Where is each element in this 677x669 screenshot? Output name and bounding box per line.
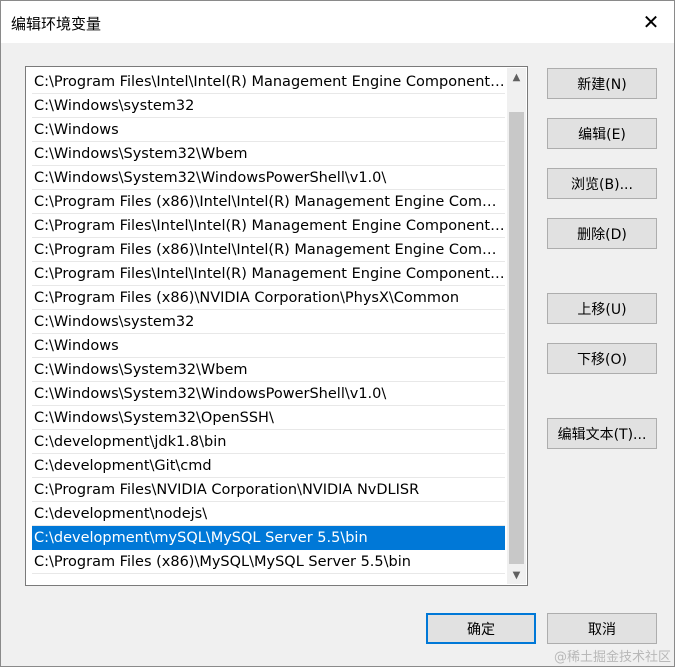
edit-env-variable-dialog: 编辑环境变量 ✕ C:\Program Files\Intel\Intel(R)… <box>0 0 675 667</box>
new-button[interactable]: 新建(N) <box>547 68 657 99</box>
path-list-item[interactable]: C:\Program Files (x86)\NVIDIA Corporatio… <box>32 286 505 310</box>
scroll-up-arrow-icon[interactable]: ▲ <box>507 68 526 86</box>
path-list-item[interactable]: C:\development\jdk1.8\bin <box>32 430 505 454</box>
path-list-item[interactable]: C:\Windows\System32\OpenSSH\ <box>32 406 505 430</box>
path-list-item[interactable]: C:\Windows\System32\Wbem <box>32 142 505 166</box>
dialog-title: 编辑环境变量 <box>11 15 102 33</box>
watermark: @稀土掘金技术社区 <box>553 650 671 665</box>
path-list-item[interactable]: C:\development\mySQL\MySQL Server 5.5\bi… <box>32 526 505 550</box>
path-list-item[interactable]: C:\Program Files (x86)\MySQL\MySQL Serve… <box>32 550 505 574</box>
path-list-item[interactable]: C:\Windows <box>32 118 505 142</box>
cancel-button[interactable]: 取消 <box>547 613 657 644</box>
browse-button[interactable]: 浏览(B)... <box>547 168 657 199</box>
close-icon[interactable]: ✕ <box>632 5 670 39</box>
delete-button[interactable]: 删除(D) <box>547 218 657 249</box>
path-list-item[interactable]: C:\Program Files\Intel\Intel(R) Manageme… <box>32 214 505 238</box>
path-list-item[interactable]: C:\development\nodejs\ <box>32 502 505 526</box>
ok-button[interactable]: 确定 <box>426 613 536 644</box>
path-list-item[interactable]: C:\Windows <box>32 334 505 358</box>
path-list-item[interactable]: C:\Program Files\NVIDIA Corporation\NVID… <box>32 478 505 502</box>
move-down-button[interactable]: 下移(O) <box>547 343 657 374</box>
edit-text-button[interactable]: 编辑文本(T)... <box>547 418 657 449</box>
path-list-item[interactable]: C:\Program Files\Intel\Intel(R) Manageme… <box>32 70 505 94</box>
scroll-down-arrow-icon[interactable]: ▼ <box>507 566 526 584</box>
path-list-item[interactable]: C:\Windows\System32\Wbem <box>32 358 505 382</box>
path-list[interactable]: C:\Program Files\Intel\Intel(R) Manageme… <box>25 66 528 586</box>
title-bar: 编辑环境变量 ✕ <box>1 1 674 43</box>
move-up-button[interactable]: 上移(U) <box>547 293 657 324</box>
path-list-item[interactable]: C:\development\Git\cmd <box>32 454 505 478</box>
path-list-item[interactable]: C:\Program Files\Intel\Intel(R) Manageme… <box>32 262 505 286</box>
scrollbar-thumb[interactable] <box>509 112 524 564</box>
vertical-scrollbar[interactable]: ▲ ▼ <box>507 68 526 584</box>
path-list-item[interactable]: C:\Program Files (x86)\Intel\Intel(R) Ma… <box>32 238 505 262</box>
path-list-item[interactable]: C:\Windows\system32 <box>32 94 505 118</box>
path-list-item[interactable]: C:\Program Files (x86)\Intel\Intel(R) Ma… <box>32 190 505 214</box>
edit-button[interactable]: 编辑(E) <box>547 118 657 149</box>
path-list-item[interactable]: C:\Windows\System32\WindowsPowerShell\v1… <box>32 166 505 190</box>
path-list-item[interactable]: C:\Windows\System32\WindowsPowerShell\v1… <box>32 382 505 406</box>
path-list-item[interactable]: C:\Windows\system32 <box>32 310 505 334</box>
